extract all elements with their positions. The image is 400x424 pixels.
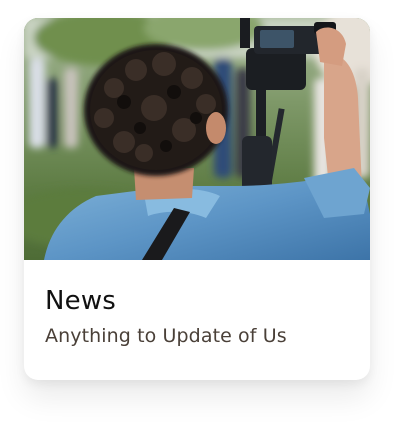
card-title: News: [45, 286, 117, 316]
card-body: News Anything to Update of Us: [24, 260, 370, 380]
news-card[interactable]: News Anything to Update of Us: [24, 18, 370, 380]
page-canvas: News Anything to Update of Us: [0, 0, 400, 424]
news-photo: [24, 18, 370, 260]
card-subtitle: Anything to Update of Us: [45, 325, 287, 347]
